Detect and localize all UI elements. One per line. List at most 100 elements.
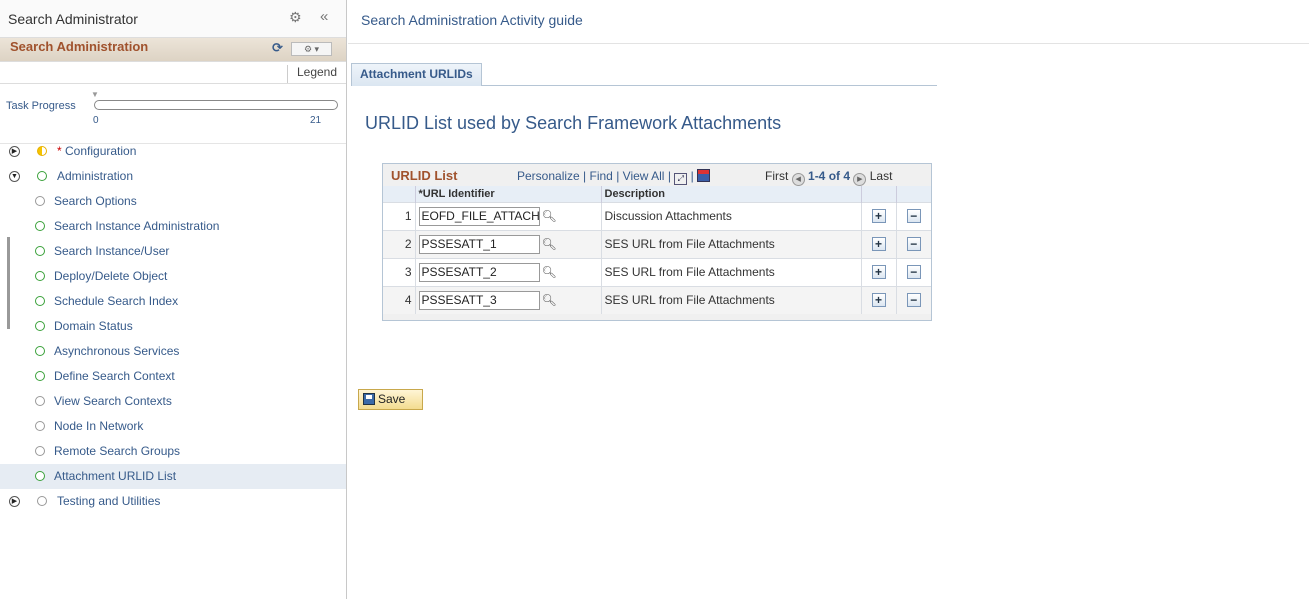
add-row-cell: + [861,229,897,258]
gear-icon[interactable]: ⚙ [289,9,302,26]
tree-item[interactable]: Search Instance Administration [0,214,346,239]
tree-item[interactable]: Node In Network [0,414,346,439]
tree-item-text: Search Instance/User [54,244,170,258]
tree-item[interactable]: ▶ Testing and Utilities [0,489,346,514]
status-grey-icon [35,446,45,456]
last-link[interactable]: Last [870,169,893,183]
expand-node-icon[interactable]: ▶ [9,146,20,157]
left-scrollbar[interactable] [7,237,10,329]
tree-item-label[interactable]: Deploy/Delete Object [54,264,167,289]
tab-attachment-urlids[interactable]: Attachment URLIDs [351,63,482,86]
delete-row-button[interactable]: − [906,293,921,308]
tree-item-label[interactable]: Search Options [54,189,137,214]
tree-item-label[interactable]: Remote Search Groups [54,439,180,464]
delete-row-button[interactable]: − [906,209,921,223]
left-panel-header: Search Administrator ⚙ « [0,0,346,38]
delete-row-button[interactable]: − [906,265,921,279]
tree-item[interactable]: Remote Search Groups [0,439,346,464]
lookup-icon[interactable]: 🔍︎ [542,265,557,279]
status-grey-icon [35,196,45,206]
tree-item[interactable]: ▼ Administration [0,164,346,189]
tab-strip: Attachment URLIDs [351,63,937,86]
tree-item-label[interactable]: Testing and Utilities [57,489,160,514]
tree-item-label[interactable]: Search Instance Administration [54,214,219,239]
add-row-button[interactable]: + [871,237,886,251]
tree-item-label[interactable]: Administration [57,164,133,189]
view-all-link[interactable]: View All [623,169,665,183]
lookup-icon[interactable]: 🔍︎ [542,237,557,251]
tree-item[interactable]: Search Options [0,189,346,214]
tree-item[interactable]: Attachment URLID List [0,464,346,489]
legend-link[interactable]: Legend [287,65,346,83]
tree-item-label[interactable]: Node In Network [54,414,143,439]
tree-item-label[interactable]: Search Instance/User [54,239,169,264]
save-button[interactable]: Save [358,389,423,410]
url-id-input[interactable]: PSSESATT_1 [418,234,540,254]
urlid-grid: URLID List Personalize | Find | View All… [382,163,932,321]
activity-guide-heading: Search Administration Activity guide [361,12,583,28]
status-half-icon [37,146,47,156]
tree-item-text: Deploy/Delete Object [54,269,168,283]
first-link[interactable]: First [765,169,788,183]
table-row: 2 PSSESATT_1 🔍︎ SES URL from File Attachmen… [383,229,931,258]
find-link[interactable]: Find [590,169,613,183]
expand-node-icon[interactable]: ▶ [9,496,20,507]
add-row-cell: + [861,201,897,230]
tree-item-label[interactable]: Asynchronous Services [54,339,179,364]
collapse-node-icon[interactable]: ▼ [9,171,20,182]
url-id-input[interactable]: PSSESATT_3 [418,290,540,310]
tree-item-text: Configuration [65,144,137,158]
tree-item-label[interactable]: * Configuration [57,139,136,164]
url-id-cell: EOFD_FILE_ATTACH 🔍︎ [415,201,602,230]
left-nav-panel: Search Administrator ⚙ « Search Administ… [0,0,347,599]
tree-item-label[interactable]: Define Search Context [54,364,175,389]
status-green-icon [35,321,45,331]
tree-item-label[interactable]: Schedule Search Index [54,289,178,314]
download-icon[interactable] [697,169,711,182]
tree-item[interactable]: View Search Contexts [0,389,346,414]
tree-item[interactable]: Asynchronous Services [0,339,346,364]
tree-item[interactable]: ▶ * Configuration [0,139,346,164]
next-icon[interactable]: ▶ [853,173,867,186]
tree-item-text: Search Instance Administration [54,219,220,233]
status-green-icon [37,171,47,181]
status-green-icon [35,471,45,481]
tree-item[interactable]: Domain Status [0,314,346,339]
tree-item-label[interactable]: Domain Status [54,314,133,339]
save-icon [363,393,375,405]
tree-item-text: Asynchronous Services [54,344,180,358]
refresh-icon[interactable]: ⟳ [272,40,283,56]
add-row-button[interactable]: + [871,265,886,279]
tree-item-label[interactable]: View Search Contexts [54,389,172,414]
previous-icon[interactable]: ◀ [791,173,805,186]
table-row: 1 EOFD_FILE_ATTACH 🔍︎ Discussion Attachment… [383,201,931,230]
tree-item-label[interactable]: Attachment URLID List [54,464,176,489]
add-row-button[interactable]: + [871,293,886,308]
table-row: 4 PSSESATT_3 🔍︎ SES URL from File Attachmen… [383,285,931,314]
collapse-icon[interactable]: « [320,8,328,25]
personalize-link[interactable]: Personalize [517,169,580,183]
row-number: 4 [383,285,416,314]
status-green-icon [35,371,45,381]
url-id-cell: PSSESATT_3 🔍︎ [415,285,602,314]
delete-row-button[interactable]: − [906,237,921,251]
tree-item[interactable]: Search Instance/User [0,239,346,264]
actions-menu-button[interactable]: ⚙ ▾ [291,42,332,56]
tree-item[interactable]: Deploy/Delete Object [0,264,346,289]
lookup-icon[interactable]: 🔍︎ [542,293,557,307]
status-green-icon [35,221,45,231]
description-cell: SES URL from File Attachments [601,229,862,258]
url-id-input[interactable]: PSSESATT_2 [418,262,540,282]
column-header-url-identifier: *URL Identifier [415,186,602,202]
add-row-button[interactable]: + [871,209,886,223]
zoom-icon[interactable]: ⤢ [674,173,688,185]
tree-item[interactable]: Schedule Search Index [0,289,346,314]
tree-item[interactable]: Define Search Context [0,364,346,389]
url-id-input[interactable]: EOFD_FILE_ATTACH [418,206,540,226]
tree-item-text: Domain Status [54,319,133,333]
description-cell: Discussion Attachments [601,201,862,230]
lookup-icon[interactable]: 🔍︎ [542,209,557,223]
task-progress-min: 0 [93,115,99,126]
separator: | [616,169,620,183]
legend-row: Legend [0,62,346,84]
